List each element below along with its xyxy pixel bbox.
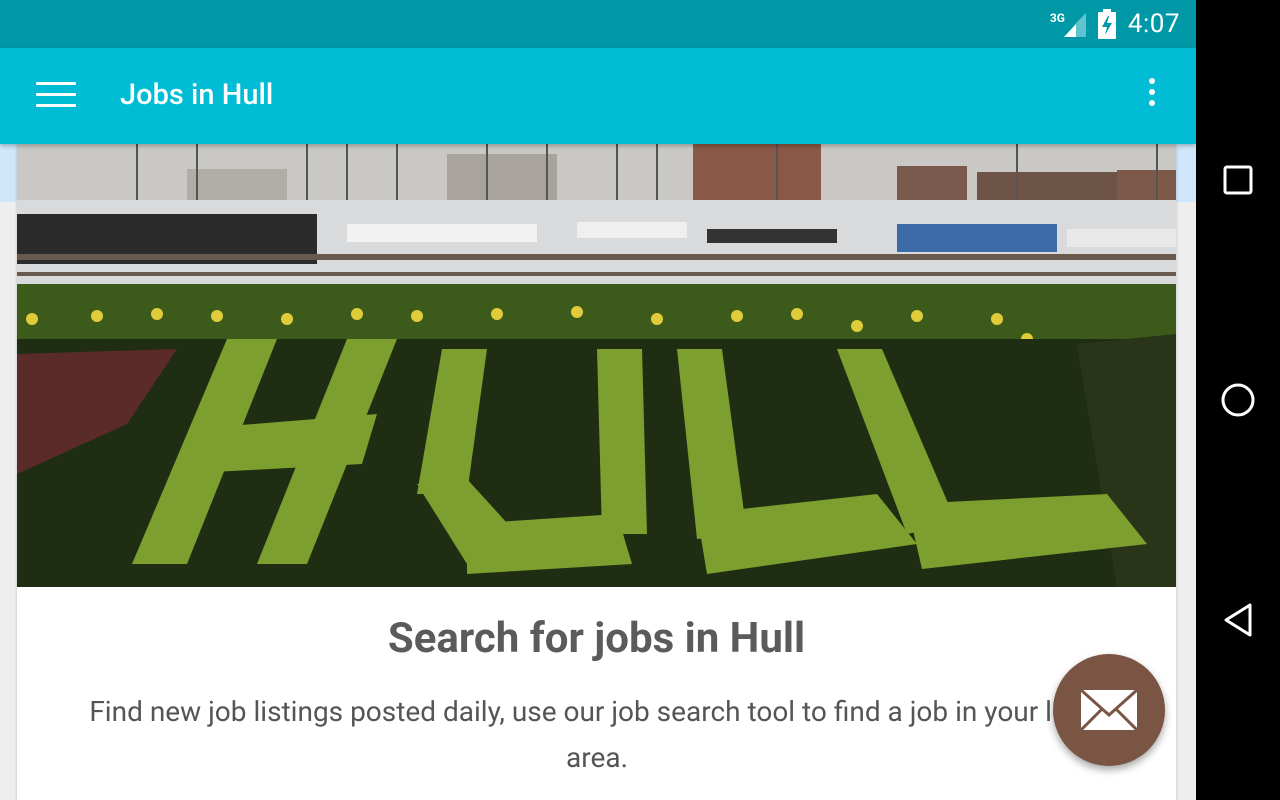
- card-title: Search for jobs in Hull: [387, 614, 806, 663]
- status-icons: 3G 4:07: [1050, 0, 1180, 48]
- app-bar: Jobs in Hull: [0, 48, 1196, 144]
- hero-image: [17, 144, 1176, 587]
- app-title: Jobs in Hull: [120, 78, 274, 112]
- clock: 4:07: [1127, 9, 1180, 39]
- hamburger-menu-icon[interactable]: [36, 82, 76, 110]
- battery-charging-icon: [1097, 9, 1116, 39]
- email-fab-button[interactable]: [1053, 654, 1165, 766]
- hero-card[interactable]: Search for jobs in Hull Find new job lis…: [17, 144, 1176, 800]
- more-vert-icon[interactable]: [1144, 78, 1160, 114]
- back-icon[interactable]: [1218, 600, 1258, 640]
- network-type: 3G: [1049, 11, 1065, 25]
- status-bar: 3G 4:07: [0, 0, 1196, 48]
- system-nav-bar: [1196, 0, 1280, 800]
- home-icon[interactable]: [1218, 380, 1258, 420]
- recents-icon[interactable]: [1218, 160, 1258, 200]
- card-description: Find new job listings posted daily, use …: [89, 695, 1105, 774]
- signal-icon: 3G: [1050, 9, 1086, 39]
- envelope-icon: [1080, 689, 1138, 731]
